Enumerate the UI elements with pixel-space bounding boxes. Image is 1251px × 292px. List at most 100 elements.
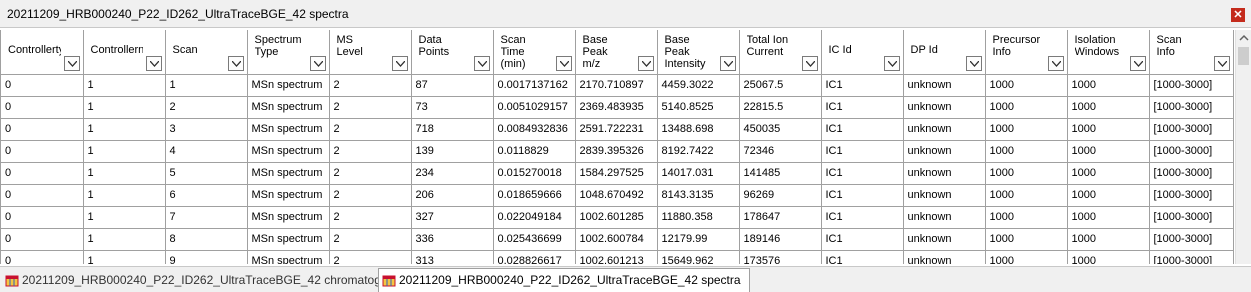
table-cell[interactable]: 2170.710897 bbox=[575, 74, 658, 97]
table-cell[interactable]: 8143.3135 bbox=[657, 184, 740, 207]
table-cell[interactable]: 206 bbox=[411, 184, 494, 207]
scroll-up-icon[interactable] bbox=[1236, 30, 1251, 46]
table-cell[interactable]: 718 bbox=[411, 118, 494, 141]
filter-dropdown-icon[interactable] bbox=[965, 55, 982, 71]
filter-dropdown-icon[interactable] bbox=[227, 55, 244, 71]
table-cell[interactable]: 0.0084932836 bbox=[493, 118, 576, 141]
table-cell[interactable]: 1000 bbox=[1067, 228, 1150, 251]
filter-dropdown-icon[interactable] bbox=[719, 55, 736, 71]
table-cell[interactable]: MSn spectrum bbox=[247, 118, 330, 141]
table-cell[interactable]: 0 bbox=[1, 140, 84, 163]
table-cell[interactable]: 1 bbox=[83, 118, 166, 141]
table-cell[interactable]: 1000 bbox=[1067, 206, 1150, 229]
table-cell[interactable]: MSn spectrum bbox=[247, 140, 330, 163]
table-cell[interactable]: 0 bbox=[1, 250, 84, 264]
scrollbar-thumb[interactable] bbox=[1238, 47, 1249, 65]
filter-dropdown-icon[interactable] bbox=[391, 55, 408, 71]
table-cell[interactable]: 2 bbox=[329, 118, 412, 141]
table-cell[interactable]: MSn spectrum bbox=[247, 74, 330, 97]
filter-dropdown-icon[interactable] bbox=[883, 55, 900, 71]
table-cell[interactable]: unknown bbox=[903, 206, 986, 229]
table-cell[interactable]: 96269 bbox=[739, 184, 822, 207]
table-cell[interactable]: 2591.722231 bbox=[575, 118, 658, 141]
table-cell[interactable]: 1 bbox=[83, 228, 166, 251]
table-cell[interactable]: IC1 bbox=[821, 96, 904, 119]
table-cell[interactable]: 4459.3022 bbox=[657, 74, 740, 97]
table-cell[interactable]: 2 bbox=[329, 96, 412, 119]
table-row[interactable]: 0 1 1 MSn spectrum 2 87 0.0017137162 2170.71089… bbox=[1, 74, 1234, 97]
table-cell[interactable]: 327 bbox=[411, 206, 494, 229]
table-cell[interactable]: 0 bbox=[1, 228, 84, 251]
table-cell[interactable]: MSn spectrum bbox=[247, 250, 330, 264]
table-cell[interactable]: 1000 bbox=[985, 162, 1068, 185]
column-header[interactable]: Scan bbox=[165, 30, 248, 75]
filter-dropdown-icon[interactable] bbox=[63, 55, 80, 71]
table-cell[interactable]: 7 bbox=[165, 206, 248, 229]
filter-dropdown-icon[interactable] bbox=[1129, 55, 1146, 71]
column-header[interactable]: Scan Info bbox=[1149, 30, 1234, 75]
filter-dropdown-icon[interactable] bbox=[309, 55, 326, 71]
table-cell[interactable]: 1002.601285 bbox=[575, 206, 658, 229]
column-header[interactable]: Spectrum Type bbox=[247, 30, 330, 75]
table-cell[interactable]: unknown bbox=[903, 118, 986, 141]
table-cell[interactable]: 22815.5 bbox=[739, 96, 822, 119]
table-cell[interactable]: 72346 bbox=[739, 140, 822, 163]
table-cell[interactable]: 2 bbox=[165, 96, 248, 119]
table-cell[interactable]: unknown bbox=[903, 96, 986, 119]
filter-dropdown-icon[interactable] bbox=[637, 55, 654, 71]
table-cell[interactable]: 2 bbox=[329, 162, 412, 185]
table-row[interactable]: 0 1 8 MSn spectrum 2 336 0.025436699 1002.60078… bbox=[1, 228, 1234, 251]
table-cell[interactable]: 1000 bbox=[1067, 140, 1150, 163]
table-row[interactable]: 0 1 6 MSn spectrum 2 206 0.018659666 1048.67049… bbox=[1, 184, 1234, 207]
table-cell[interactable]: 1000 bbox=[985, 228, 1068, 251]
table-cell[interactable]: 1000 bbox=[985, 250, 1068, 264]
table-cell[interactable]: 1000 bbox=[985, 206, 1068, 229]
column-header[interactable]: MS Level bbox=[329, 30, 412, 75]
table-cell[interactable]: 87 bbox=[411, 74, 494, 97]
table-cell[interactable]: 1 bbox=[83, 162, 166, 185]
table-cell[interactable]: 0 bbox=[1, 96, 84, 119]
table-cell[interactable]: unknown bbox=[903, 184, 986, 207]
table-cell[interactable]: 189146 bbox=[739, 228, 822, 251]
table-cell[interactable]: 0.018659666 bbox=[493, 184, 576, 207]
table-cell[interactable]: unknown bbox=[903, 250, 986, 264]
table-row[interactable]: 0 1 4 MSn spectrum 2 139 0.0118829 2839.395326 8… bbox=[1, 140, 1234, 163]
table-cell[interactable]: IC1 bbox=[821, 250, 904, 264]
table-cell[interactable]: 0.022049184 bbox=[493, 206, 576, 229]
table-cell[interactable]: [1000-3000] bbox=[1149, 250, 1234, 264]
table-cell[interactable]: 1 bbox=[165, 74, 248, 97]
table-cell[interactable]: MSn spectrum bbox=[247, 228, 330, 251]
table-cell[interactable]: 0 bbox=[1, 184, 84, 207]
table-cell[interactable]: [1000-3000] bbox=[1149, 74, 1234, 97]
table-cell[interactable]: IC1 bbox=[821, 74, 904, 97]
table-cell[interactable]: 5140.8525 bbox=[657, 96, 740, 119]
table-cell[interactable]: 1584.297525 bbox=[575, 162, 658, 185]
table-cell[interactable]: IC1 bbox=[821, 206, 904, 229]
table-cell[interactable]: 1000 bbox=[1067, 184, 1150, 207]
table-cell[interactable]: 2 bbox=[329, 228, 412, 251]
spectra-grid[interactable]: Controllerty Controllernu Scan Spectrum Typ… bbox=[0, 30, 1235, 264]
column-header[interactable]: Data Points bbox=[411, 30, 494, 75]
table-cell[interactable]: unknown bbox=[903, 228, 986, 251]
column-header[interactable]: Base Peak Intensity bbox=[657, 30, 740, 75]
table-cell[interactable]: 1000 bbox=[1067, 118, 1150, 141]
table-row[interactable]: 0 1 9 MSn spectrum 2 313 0.028826617 1002.60121… bbox=[1, 250, 1234, 264]
table-cell[interactable]: 0.028826617 bbox=[493, 250, 576, 264]
close-icon[interactable]: ✕ bbox=[1231, 8, 1245, 22]
table-cell[interactable]: 178647 bbox=[739, 206, 822, 229]
table-cell[interactable]: 1000 bbox=[985, 184, 1068, 207]
table-cell[interactable]: [1000-3000] bbox=[1149, 206, 1234, 229]
filter-dropdown-icon[interactable] bbox=[801, 55, 818, 71]
table-cell[interactable]: 13488.698 bbox=[657, 118, 740, 141]
table-cell[interactable]: 1 bbox=[83, 74, 166, 97]
table-cell[interactable]: 14017.031 bbox=[657, 162, 740, 185]
filter-dropdown-icon[interactable] bbox=[145, 55, 162, 71]
table-cell[interactable]: 0.0051029157 bbox=[493, 96, 576, 119]
table-cell[interactable]: 12179.99 bbox=[657, 228, 740, 251]
filter-dropdown-icon[interactable] bbox=[1047, 55, 1064, 71]
table-cell[interactable]: 1000 bbox=[985, 74, 1068, 97]
column-header[interactable]: IC Id bbox=[821, 30, 904, 75]
table-cell[interactable]: 336 bbox=[411, 228, 494, 251]
table-row[interactable]: 0 1 5 MSn spectrum 2 234 0.015270018 1584.29752… bbox=[1, 162, 1234, 185]
table-cell[interactable]: 2 bbox=[329, 250, 412, 264]
